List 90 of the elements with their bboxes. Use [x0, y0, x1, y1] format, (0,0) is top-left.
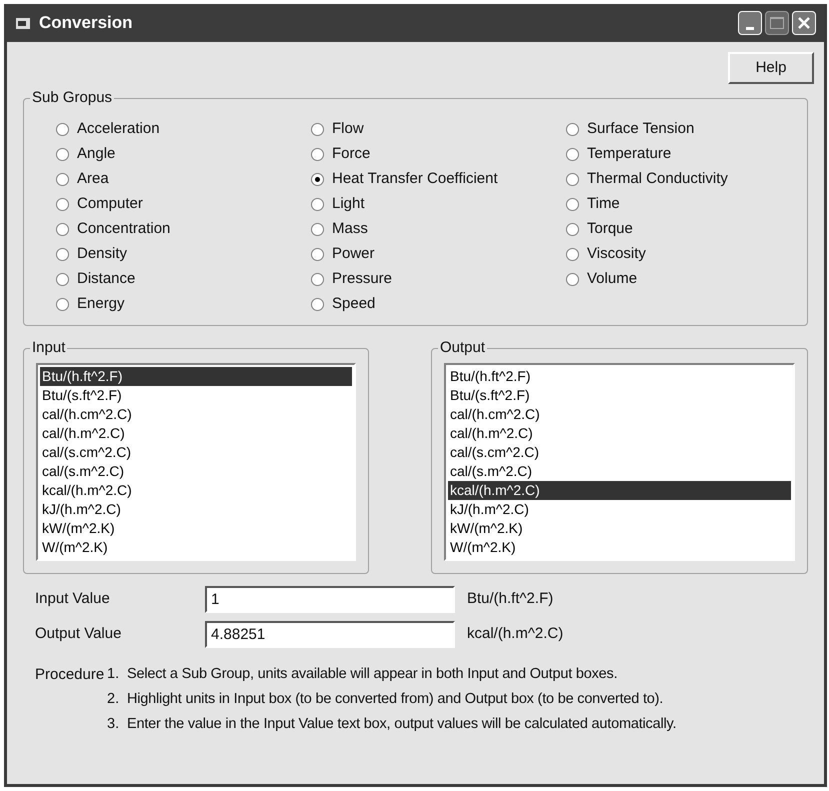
close-icon[interactable] [792, 11, 816, 35]
radio-label[interactable]: Heat Transfer Coefficient [332, 168, 498, 191]
unit-list[interactable]: Btu/(h.ft^2.F) Btu/(s.ft^2.F) cal/(h.cm^2.C) cal/(h.m^2.C) cal/(s.cm^2.C) cal/(s.m^2.C) kcal/(h.m^2.C) kJ/(h.m^2.C) kW/(m^2.K) W/(m^2.K) [444, 363, 795, 561]
step-text: Select a Sub Group, units available will appear in both Input and Output boxes. [127, 665, 618, 684]
group-label: Output [438, 339, 488, 357]
radio-label[interactable]: Mass [332, 218, 368, 241]
list-item[interactable]: cal/(h.cm^2.C) [448, 405, 791, 424]
radio-button[interactable] [56, 298, 69, 311]
radio-button[interactable] [566, 198, 579, 211]
radio-label[interactable]: Force [332, 143, 370, 166]
radio-label[interactable]: Speed [332, 293, 376, 316]
radio-button[interactable] [311, 223, 324, 236]
step-number: 1. [107, 665, 120, 684]
radio-label[interactable]: Acceleration [77, 118, 160, 141]
list-item[interactable]: cal/(h.m^2.C) [40, 424, 352, 443]
list-item[interactable]: cal/(h.cm^2.C) [40, 405, 352, 424]
value-field[interactable]: 4.88251 [205, 621, 455, 648]
list-item[interactable]: cal/(s.m^2.C) [448, 462, 791, 481]
radio-button[interactable] [311, 148, 324, 161]
list-item[interactable]: kcal/(h.m^2.C) [40, 481, 352, 500]
unit-label: kcal/(h.m^2.C) [467, 624, 564, 644]
radio-label[interactable]: Time [587, 193, 620, 216]
radio-button[interactable] [566, 123, 579, 136]
radio-label[interactable]: Concentration [77, 218, 170, 241]
list-item[interactable]: kJ/(h.m^2.C) [448, 500, 791, 519]
list-item[interactable]: W/(m^2.K) [448, 538, 791, 557]
radio-button[interactable] [566, 223, 579, 236]
list-item[interactable]: Btu/(h.ft^2.F) [448, 367, 791, 386]
list-item[interactable]: Btu/(s.ft^2.F) [448, 386, 791, 405]
radio-label[interactable]: Density [77, 243, 128, 266]
field-label: Output Value [35, 624, 122, 644]
radio-label[interactable]: Thermal Conductivity [587, 168, 728, 191]
step-number: 3. [107, 715, 120, 734]
radio-label[interactable]: Viscosity [587, 243, 646, 266]
radio-button[interactable] [56, 198, 69, 211]
radio-label[interactable]: Torque [587, 218, 633, 241]
radio-button[interactable] [56, 123, 69, 136]
radio-label[interactable]: Volume [587, 268, 638, 291]
step-text: Enter the value in the Input Value text box, output values will be calculated automatically. [127, 715, 676, 734]
group-label: Input [30, 339, 68, 357]
unit-list[interactable]: Btu/(h.ft^2.F) Btu/(s.ft^2.F) cal/(h.cm^2.C) cal/(h.m^2.C) cal/(s.cm^2.C) cal/(s.m^2.C) kcal/(h.m^2.C) kJ/(h.m^2.C) kW/(m^2.K) W/(m^2.K) [36, 363, 356, 561]
list-item[interactable]: cal/(h.m^2.C) [448, 424, 791, 443]
radio-label[interactable]: Area [77, 168, 109, 191]
radio-label[interactable]: Energy [77, 293, 125, 316]
radio-button[interactable] [311, 173, 324, 186]
radio-button[interactable] [56, 223, 69, 236]
procedure-label: Procedure [35, 665, 106, 685]
minimize-icon[interactable] [738, 11, 762, 35]
list-item[interactable]: Btu/(s.ft^2.F) [40, 386, 352, 405]
radio-button[interactable] [566, 273, 579, 286]
list-item[interactable]: Btu/(h.ft^2.F) [40, 367, 352, 386]
radio-button[interactable] [56, 148, 69, 161]
radio-label[interactable]: Pressure [332, 268, 392, 291]
list-item[interactable]: cal/(s.cm^2.C) [448, 443, 791, 462]
list-item[interactable]: kJ/(h.m^2.C) [40, 500, 352, 519]
radio-button[interactable] [311, 273, 324, 286]
radio-button[interactable] [566, 148, 579, 161]
radio-button[interactable] [311, 198, 324, 211]
radio-label[interactable]: Power [332, 243, 375, 266]
radio-button[interactable] [566, 173, 579, 186]
radio-label[interactable]: Flow [332, 118, 364, 141]
radio-button[interactable] [311, 123, 324, 136]
value-field[interactable]: 1 [205, 586, 455, 613]
list-item[interactable]: kW/(m^2.K) [40, 519, 352, 538]
list-item[interactable]: cal/(s.cm^2.C) [40, 443, 352, 462]
radio-button[interactable] [56, 248, 69, 261]
window-icon [15, 16, 31, 30]
group-label: Sub Gropus [30, 89, 114, 107]
list-item[interactable]: kcal/(h.m^2.C) [448, 481, 791, 500]
radio-label[interactable]: Surface Tension [587, 118, 694, 141]
radio-button[interactable] [566, 248, 579, 261]
list-item[interactable]: cal/(s.m^2.C) [40, 462, 352, 481]
help-button[interactable]: Help [728, 52, 814, 84]
radio-label[interactable]: Distance [77, 268, 136, 291]
step-text: Highlight units in Input box (to be converted from) and Output box (to be converted to). [127, 690, 664, 709]
step-number: 2. [107, 690, 120, 709]
list-item[interactable]: kW/(m^2.K) [448, 519, 791, 538]
radio-button[interactable] [56, 173, 69, 186]
radio-label[interactable]: Temperature [587, 143, 672, 166]
radio-button[interactable] [311, 298, 324, 311]
radio-label[interactable]: Computer [77, 193, 143, 216]
unit-label: Btu/(h.ft^2.F) [467, 589, 554, 610]
window-title: Conversion [39, 12, 134, 34]
radio-label[interactable]: Angle [77, 143, 116, 166]
radio-button[interactable] [56, 273, 69, 286]
field-label: Input Value [35, 589, 111, 610]
radio-label[interactable]: Light [332, 193, 365, 216]
radio-button[interactable] [311, 248, 324, 261]
maximize-icon[interactable] [765, 11, 789, 35]
list-item[interactable]: W/(m^2.K) [40, 538, 352, 557]
